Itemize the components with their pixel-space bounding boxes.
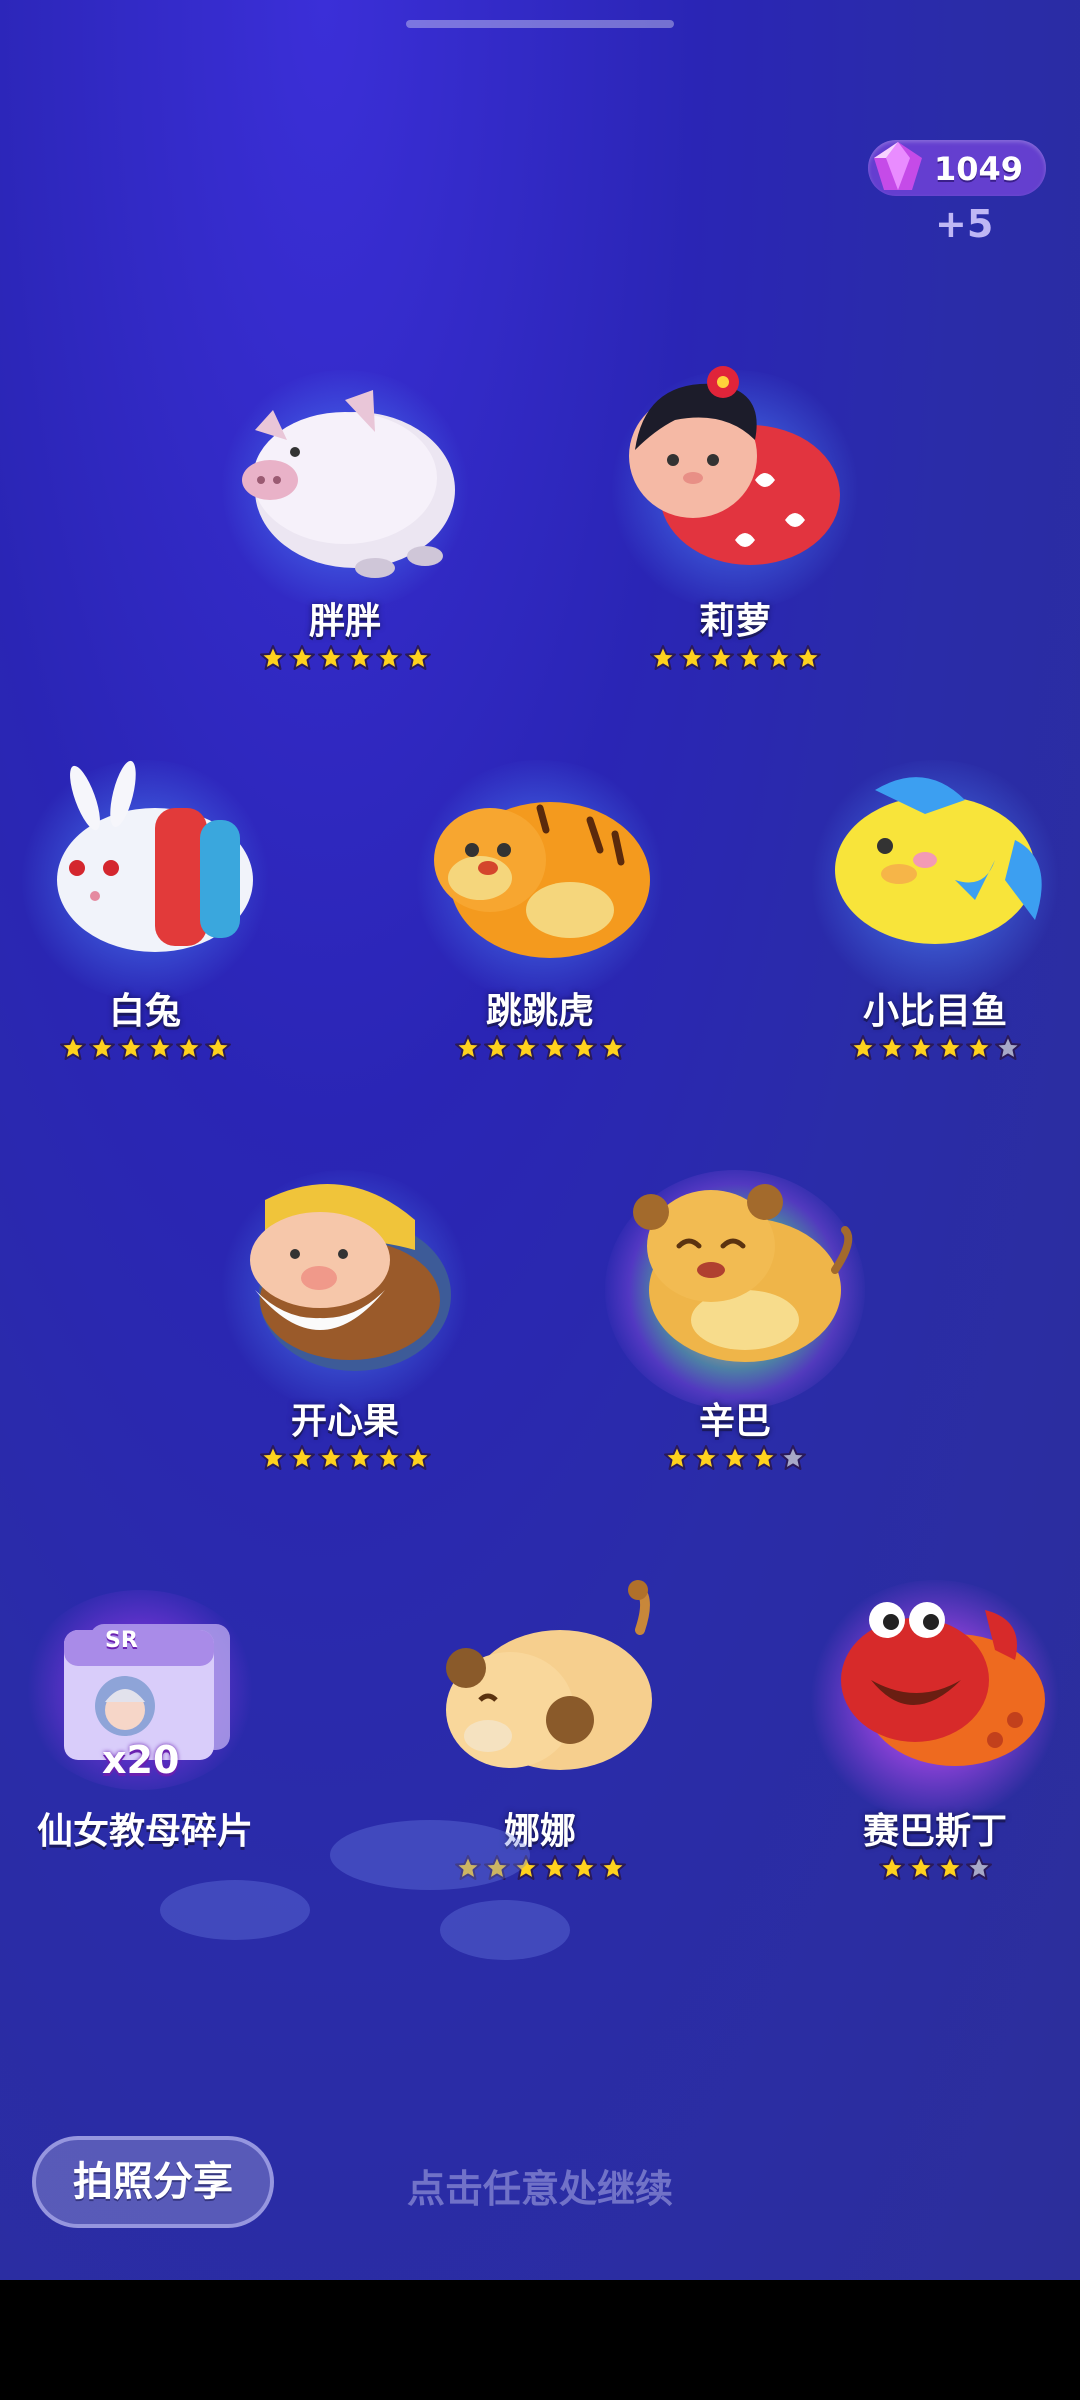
fragment-count: x20 — [102, 1738, 180, 1782]
ripple-decoration — [330, 1820, 530, 1890]
character-name: 胖胖 — [308, 601, 381, 642]
star-filled-icon — [849, 1035, 876, 1060]
gem-amount: 1049 — [934, 150, 1024, 188]
star-rating — [785, 1854, 1080, 1882]
star-empty-icon — [994, 1035, 1021, 1060]
character-card[interactable]: 辛巴 — [585, 1160, 885, 1540]
reward-screen[interactable]: 1049 +5 胖胖 莉萝 白兔 跳跳虎 小比目鱼 开心果 辛巴 SR x20 … — [0, 0, 1080, 2280]
star-filled-icon — [404, 645, 431, 670]
star-filled-icon — [483, 1035, 510, 1060]
share-photo-button[interactable]: 拍照分享 — [32, 2136, 274, 2228]
star-filled-icon — [317, 1445, 344, 1470]
dwarf-tsum-icon — [250, 1184, 451, 1371]
drag-handle[interactable] — [406, 20, 674, 28]
character-name: 开心果 — [290, 1401, 399, 1442]
star-rating — [585, 1444, 885, 1472]
star-filled-icon — [693, 1445, 719, 1470]
star-filled-icon — [288, 645, 315, 670]
star-filled-icon — [678, 645, 705, 670]
fragment-name: 仙女教母碎片 — [36, 1811, 253, 1852]
star-filled-icon — [259, 1445, 286, 1470]
character-card[interactable]: 小比目鱼 — [785, 750, 1080, 1130]
nala-tsum-icon — [446, 1580, 652, 1770]
star-filled-icon — [404, 1445, 431, 1470]
character-card[interactable]: 白兔 — [0, 750, 295, 1130]
star-filled-icon — [794, 645, 821, 670]
sebastian-tsum-icon — [841, 1602, 1045, 1766]
star-filled-icon — [664, 1445, 690, 1470]
star-filled-icon — [288, 1445, 315, 1470]
star-filled-icon — [649, 645, 676, 670]
white-rabbit-tsum-icon — [57, 760, 253, 952]
fragment-reward[interactable]: SR x20 仙女教母碎片 — [0, 1590, 290, 1880]
navigation-bar — [0, 2280, 1080, 2400]
star-filled-icon — [375, 645, 402, 670]
character-card[interactable]: 胖胖 — [195, 360, 495, 740]
character-name: 小比目鱼 — [862, 991, 1007, 1032]
star-empty-icon — [780, 1445, 806, 1470]
star-filled-icon — [965, 1035, 992, 1060]
simba-tsum-icon — [633, 1184, 853, 1362]
star-filled-icon — [454, 1035, 481, 1060]
star-filled-icon — [707, 645, 734, 670]
gem-icon — [874, 142, 922, 190]
star-filled-icon — [317, 645, 344, 670]
star-filled-icon — [175, 1035, 202, 1060]
gem-counter: 1049 — [868, 140, 1046, 196]
star-filled-icon — [736, 645, 763, 670]
star-filled-icon — [512, 1035, 539, 1060]
gem-bonus: +5 — [935, 202, 994, 246]
ripple-decoration — [440, 1900, 570, 1960]
star-filled-icon — [375, 1445, 402, 1470]
star-filled-icon — [541, 1855, 568, 1880]
tap-to-continue-hint: 点击任意处继续 — [406, 2167, 673, 2211]
star-filled-icon — [936, 1855, 963, 1880]
tigger-tsum-icon — [434, 802, 650, 958]
star-empty-icon — [965, 1855, 992, 1880]
star-filled-icon — [599, 1035, 626, 1060]
star-filled-icon — [59, 1035, 86, 1060]
rarity-badge: SR — [105, 1628, 138, 1653]
character-card[interactable]: 开心果 — [195, 1160, 495, 1540]
star-filled-icon — [722, 1445, 748, 1470]
pig-tsum-icon — [242, 390, 455, 578]
star-filled-icon — [751, 1445, 777, 1470]
star-filled-icon — [204, 1035, 231, 1060]
character-name: 莉萝 — [698, 601, 771, 642]
star-filled-icon — [765, 645, 792, 670]
ripple-decoration — [160, 1880, 310, 1940]
star-rating — [585, 644, 885, 672]
star-filled-icon — [117, 1035, 144, 1060]
flounder-tsum-icon — [835, 777, 1042, 944]
star-filled-icon — [907, 1035, 934, 1060]
star-filled-icon — [346, 1445, 373, 1470]
star-filled-icon — [88, 1035, 115, 1060]
star-rating — [195, 1444, 495, 1472]
character-card[interactable]: 跳跳虎 — [390, 750, 690, 1130]
star-rating — [195, 644, 495, 672]
lilo-tsum-icon — [629, 366, 840, 565]
character-name: 跳跳虎 — [485, 991, 594, 1032]
star-filled-icon — [878, 1855, 905, 1880]
star-filled-icon — [936, 1035, 963, 1060]
star-filled-icon — [599, 1855, 626, 1880]
star-filled-icon — [259, 645, 286, 670]
star-filled-icon — [907, 1855, 934, 1880]
star-filled-icon — [346, 645, 373, 670]
star-filled-icon — [146, 1035, 173, 1060]
star-filled-icon — [570, 1855, 597, 1880]
character-name: 辛巴 — [698, 1401, 771, 1442]
character-card[interactable]: 赛巴斯丁 — [785, 1570, 1080, 1950]
star-filled-icon — [570, 1035, 597, 1060]
star-rating — [390, 1034, 690, 1062]
star-rating — [0, 1034, 295, 1062]
character-name: 白兔 — [108, 991, 181, 1032]
character-name: 赛巴斯丁 — [862, 1811, 1007, 1852]
star-rating — [785, 1034, 1080, 1062]
star-filled-icon — [541, 1035, 568, 1060]
star-filled-icon — [878, 1035, 905, 1060]
character-card[interactable]: 莉萝 — [585, 360, 885, 740]
character-card[interactable]: 娜娜 — [390, 1570, 690, 1950]
